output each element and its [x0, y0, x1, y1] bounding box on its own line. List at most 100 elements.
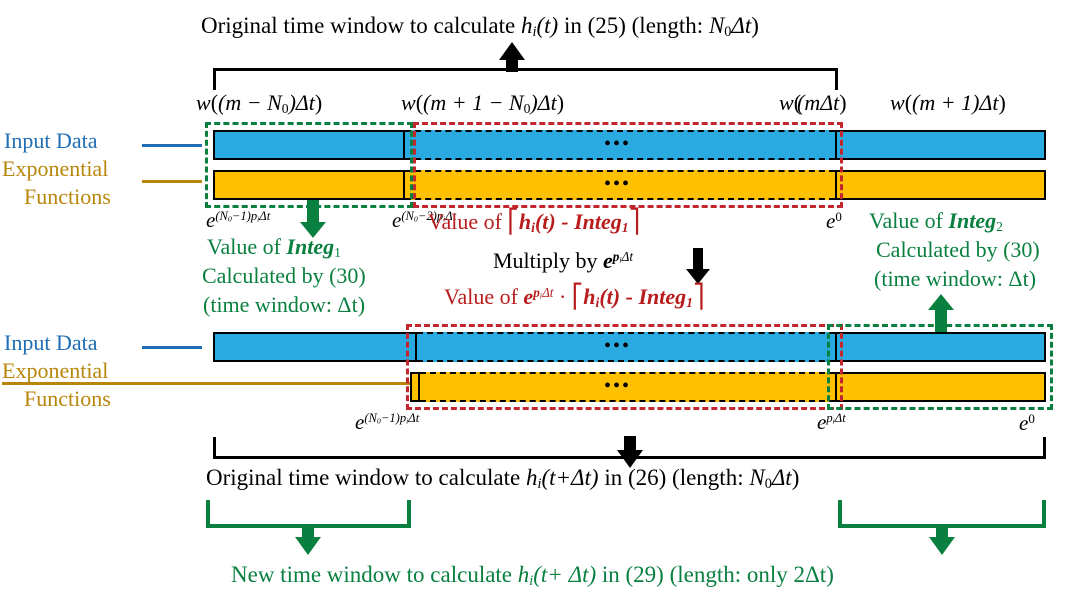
integ1-arrow-down	[300, 200, 326, 238]
row2-difference-highlight-box	[406, 324, 843, 410]
bottom-label-arg: (t+Δt)	[541, 465, 599, 490]
row2-exponent-label-1: e(N0−1)piΔt	[355, 412, 419, 433]
scaled-minus: -	[620, 284, 639, 309]
w2-tail: )Δt	[530, 90, 557, 115]
r2e1-tail: Δt	[408, 411, 420, 426]
integ1-window: (time window: Δt)	[203, 292, 366, 317]
row2-exponent-label-2: epiΔt	[817, 412, 846, 433]
multiply-arrow-down	[686, 248, 710, 284]
scaled-integ: Integ	[638, 284, 687, 309]
w3-inner: (mΔt	[797, 90, 840, 115]
r1e1-pre: (N	[215, 209, 228, 224]
top-label-n: N	[708, 13, 725, 38]
row2-exponent-label-3: e0	[1019, 412, 1035, 434]
r1e2-base: e	[392, 208, 402, 232]
scaled-e: e	[523, 284, 534, 309]
sample-label-w2: w((m + 1 − N0)Δt)	[401, 92, 564, 116]
new-label-part1: New time window to calculate	[231, 562, 518, 587]
diff-minus: -	[555, 209, 575, 234]
row1-exponent-label-1: e(N0−1)piΔt	[206, 210, 270, 231]
r1e2-pre: (N	[401, 209, 414, 224]
figure-root: { "figure": { "title_top": "Original tim…	[0, 0, 1065, 601]
top-label-part4: )	[751, 13, 759, 38]
integ2-annotation-line1: Value of Integ2	[869, 210, 1003, 234]
legend-input-data-row1: Input Data	[4, 128, 98, 153]
legend-input-data-row2: Input Data	[4, 330, 98, 355]
r1e3-exp: 0	[835, 209, 842, 224]
top-window-bracket	[213, 68, 838, 90]
new-window-bracket-left	[206, 500, 411, 528]
row2-integ2-highlight-box	[827, 324, 1053, 410]
sample-label-w4: w((m + 1)Δt)	[890, 92, 1006, 114]
sample-label-w3: w((mΔt)	[779, 92, 847, 114]
integ1-annotation-line2: Calculated by (30)	[202, 263, 366, 288]
w2-w: w	[401, 90, 416, 115]
multiply-annotation: Multiply by epiΔt	[493, 250, 633, 272]
legend-input-line-row1	[142, 144, 202, 147]
sample-label-w1: w((m − N0)Δt)	[196, 92, 322, 116]
multiply-text: Multiply by	[493, 248, 604, 273]
r1e1-tail: Δt	[259, 209, 271, 224]
scaled-right-bracket: ⎤	[692, 284, 705, 309]
scaled-value-of: Value of	[444, 284, 524, 309]
diff-left-bracket: ⎡	[507, 209, 519, 234]
w4-w: w	[890, 90, 905, 115]
bottom-label-part1: Original time window to calculate	[206, 465, 526, 490]
top-bracket-arrow-up	[499, 42, 525, 72]
integ2-name: Integ	[948, 208, 997, 233]
new-label-arg: (t+ Δt)	[533, 562, 597, 587]
scaled-left-bracket: ⎡	[571, 284, 584, 309]
bottom-label-dt: Δt	[771, 465, 792, 490]
diff-right-bracket: ⎤	[628, 209, 641, 234]
top-label-h: h	[521, 13, 533, 38]
r2e3-base: e	[1019, 411, 1029, 436]
bottom-label-n: N	[749, 465, 765, 490]
integ1-annotation-line3: (time window: Δt)	[203, 294, 365, 316]
row1-exponent-label-3: e0	[826, 210, 842, 232]
r1e1-post: −1)p	[231, 209, 258, 224]
top-label-part3: in (25) (length:	[558, 13, 709, 38]
legend-exponential-line2-row1: Functions	[24, 184, 111, 209]
w2-paren-open: (	[415, 90, 424, 115]
new-window-arrow-right	[929, 527, 955, 555]
new-window-label: New time window to calculate hi(t+ Δt) i…	[231, 563, 834, 588]
r2e2-tail: Δt	[834, 411, 846, 426]
row1-integ1-highlight-box	[205, 122, 413, 208]
w1-paren-open: (	[210, 90, 219, 115]
w1-inner: (m − N	[218, 90, 282, 115]
new-label-h: h	[517, 562, 530, 587]
w1-paren-close: )	[314, 90, 323, 115]
row1-exponential-bar-right	[835, 170, 1046, 200]
integ1-name: Integ	[286, 234, 335, 259]
r2e2-base: e	[817, 410, 827, 434]
legend-exponential-line-row1	[142, 180, 202, 183]
integ2-annotation-line2: Calculated by (30)	[876, 237, 1040, 262]
w3-w: w	[779, 90, 794, 115]
diff-integ-sub: 1	[621, 220, 629, 235]
bottom-label-nsub: 0	[764, 476, 772, 493]
w4-paren-close: )	[998, 90, 1006, 115]
w2-inner: (m + 1 − N	[423, 90, 524, 115]
bottom-label-part3: in (26) (length:	[598, 465, 750, 490]
integ1-value-of: Value of	[207, 234, 287, 259]
scaled-h: h	[583, 284, 596, 309]
w1-tail: )Δt	[288, 90, 315, 115]
legend-exponential-line-row2	[2, 382, 412, 385]
top-label-dt: Δt	[731, 13, 752, 38]
w4-inner: (m + 1)Δt	[912, 90, 999, 115]
bottom-label-part4: )	[791, 465, 800, 490]
diff-value-of: Value of	[428, 209, 508, 234]
r1e3-base: e	[826, 209, 836, 234]
legend-input-line-row2	[142, 346, 202, 349]
w1-w: w	[196, 90, 211, 115]
row1-difference-highlight-box	[413, 122, 843, 208]
multiply-exp-tail: Δt	[621, 249, 634, 265]
new-window-arrow-left	[295, 527, 321, 555]
bottom-label-h: h	[526, 465, 538, 490]
r2e3-exp: 0	[1028, 411, 1035, 426]
legend-exponential-line2-row2: Functions	[24, 386, 111, 411]
new-window-bracket-right	[838, 500, 1046, 528]
multiply-e: e	[603, 248, 613, 273]
top-label-part1: Original time window to calculate	[201, 13, 521, 38]
w4-paren-open: (	[904, 90, 913, 115]
